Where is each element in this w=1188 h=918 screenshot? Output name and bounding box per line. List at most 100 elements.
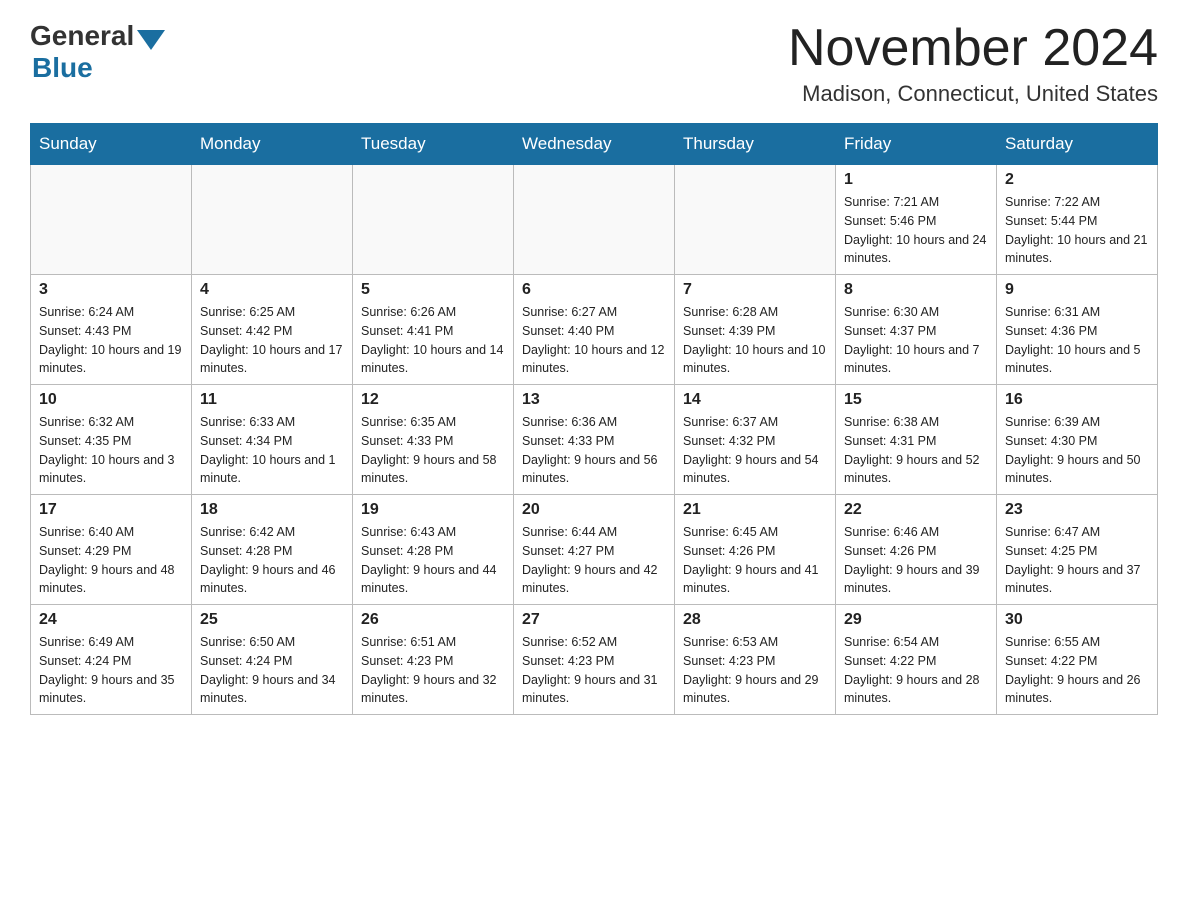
calendar-cell [31, 165, 192, 275]
day-info: Sunrise: 6:27 AMSunset: 4:40 PMDaylight:… [522, 303, 666, 378]
day-number: 22 [844, 501, 988, 519]
calendar-cell: 13 Sunrise: 6:36 AMSunset: 4:33 PMDayligh… [514, 385, 675, 495]
day-info: Sunrise: 6:25 AMSunset: 4:42 PMDaylight:… [200, 303, 344, 378]
day-number: 8 [844, 281, 988, 299]
day-number: 14 [683, 391, 827, 409]
day-number: 2 [1005, 171, 1149, 189]
day-number: 13 [522, 391, 666, 409]
day-info: Sunrise: 6:36 AMSunset: 4:33 PMDaylight:… [522, 413, 666, 488]
day-number: 5 [361, 281, 505, 299]
calendar-cell: 3 Sunrise: 6:24 AMSunset: 4:43 PMDaylight… [31, 275, 192, 385]
day-info: Sunrise: 6:55 AMSunset: 4:22 PMDaylight:… [1005, 633, 1149, 708]
day-info: Sunrise: 6:32 AMSunset: 4:35 PMDaylight:… [39, 413, 183, 488]
day-info: Sunrise: 6:24 AMSunset: 4:43 PMDaylight:… [39, 303, 183, 378]
day-info: Sunrise: 6:51 AMSunset: 4:23 PMDaylight:… [361, 633, 505, 708]
calendar-cell: 5 Sunrise: 6:26 AMSunset: 4:41 PMDaylight… [353, 275, 514, 385]
day-number: 9 [1005, 281, 1149, 299]
calendar-cell: 9 Sunrise: 6:31 AMSunset: 4:36 PMDaylight… [997, 275, 1158, 385]
day-info: Sunrise: 6:50 AMSunset: 4:24 PMDaylight:… [200, 633, 344, 708]
day-number: 11 [200, 391, 344, 409]
calendar-cell: 18 Sunrise: 6:42 AMSunset: 4:28 PMDayligh… [192, 495, 353, 605]
day-info: Sunrise: 6:28 AMSunset: 4:39 PMDaylight:… [683, 303, 827, 378]
day-number: 21 [683, 501, 827, 519]
col-header-thursday: Thursday [675, 124, 836, 165]
day-info: Sunrise: 6:47 AMSunset: 4:25 PMDaylight:… [1005, 523, 1149, 598]
day-info: Sunrise: 6:38 AMSunset: 4:31 PMDaylight:… [844, 413, 988, 488]
day-number: 28 [683, 611, 827, 629]
day-number: 1 [844, 171, 988, 189]
day-number: 7 [683, 281, 827, 299]
day-number: 30 [1005, 611, 1149, 629]
day-number: 19 [361, 501, 505, 519]
calendar-cell: 12Sunrise: 6:35 AMSunset: 4:33 PMDayligh… [353, 385, 514, 495]
calendar-cell: 2 Sunrise: 7:22 AMSunset: 5:44 PMDaylight… [997, 165, 1158, 275]
week-row-2: 3 Sunrise: 6:24 AMSunset: 4:43 PMDaylight… [31, 275, 1158, 385]
day-number: 10 [39, 391, 183, 409]
week-row-5: 24 Sunrise: 6:49 AMSunset: 4:24 PMDayligh… [31, 605, 1158, 715]
day-number: 24 [39, 611, 183, 629]
logo-arrow-icon [137, 30, 165, 50]
day-number: 23 [1005, 501, 1149, 519]
calendar-cell: 7 Sunrise: 6:28 AMSunset: 4:39 PMDaylight… [675, 275, 836, 385]
day-info: Sunrise: 6:40 AMSunset: 4:29 PMDaylight:… [39, 523, 183, 598]
week-row-1: 1Sunrise: 7:21 AMSunset: 5:46 PMDaylight… [31, 165, 1158, 275]
day-info: Sunrise: 6:37 AMSunset: 4:32 PMDaylight:… [683, 413, 827, 488]
calendar-cell: 27Sunrise: 6:52 AMSunset: 4:23 PMDayligh… [514, 605, 675, 715]
calendar-cell [514, 165, 675, 275]
calendar-cell [675, 165, 836, 275]
col-header-monday: Monday [192, 124, 353, 165]
day-number: 12 [361, 391, 505, 409]
calendar-cell: 6Sunrise: 6:27 AMSunset: 4:40 PMDaylight… [514, 275, 675, 385]
calendar-cell: 11 Sunrise: 6:33 AMSunset: 4:34 PMDayligh… [192, 385, 353, 495]
day-info: Sunrise: 6:53 AMSunset: 4:23 PMDaylight:… [683, 633, 827, 708]
calendar-cell: 4Sunrise: 6:25 AMSunset: 4:42 PMDaylight… [192, 275, 353, 385]
day-info: Sunrise: 7:22 AMSunset: 5:44 PMDaylight:… [1005, 193, 1149, 268]
calendar-cell: 29 Sunrise: 6:54 AMSunset: 4:22 PMDayligh… [836, 605, 997, 715]
calendar-cell [353, 165, 514, 275]
col-header-saturday: Saturday [997, 124, 1158, 165]
calendar-cell [192, 165, 353, 275]
calendar-cell: 8Sunrise: 6:30 AMSunset: 4:37 PMDaylight… [836, 275, 997, 385]
day-info: Sunrise: 6:26 AMSunset: 4:41 PMDaylight:… [361, 303, 505, 378]
day-number: 29 [844, 611, 988, 629]
day-info: Sunrise: 6:33 AMSunset: 4:34 PMDaylight:… [200, 413, 344, 488]
day-info: Sunrise: 6:42 AMSunset: 4:28 PMDaylight:… [200, 523, 344, 598]
calendar-cell: 20Sunrise: 6:44 AMSunset: 4:27 PMDayligh… [514, 495, 675, 605]
day-number: 16 [1005, 391, 1149, 409]
logo: General Blue [30, 20, 165, 84]
day-info: Sunrise: 6:39 AMSunset: 4:30 PMDaylight:… [1005, 413, 1149, 488]
day-info: Sunrise: 6:52 AMSunset: 4:23 PMDaylight:… [522, 633, 666, 708]
calendar-cell: 30 Sunrise: 6:55 AMSunset: 4:22 PMDayligh… [997, 605, 1158, 715]
day-info: Sunrise: 6:45 AMSunset: 4:26 PMDaylight:… [683, 523, 827, 598]
day-info: Sunrise: 6:46 AMSunset: 4:26 PMDaylight:… [844, 523, 988, 598]
location-title: Madison, Connecticut, United States [788, 81, 1158, 107]
day-number: 26 [361, 611, 505, 629]
week-row-4: 17 Sunrise: 6:40 AMSunset: 4:29 PMDayligh… [31, 495, 1158, 605]
day-number: 17 [39, 501, 183, 519]
col-header-tuesday: Tuesday [353, 124, 514, 165]
day-number: 3 [39, 281, 183, 299]
month-title: November 2024 [788, 20, 1158, 77]
calendar-cell: 17 Sunrise: 6:40 AMSunset: 4:29 PMDayligh… [31, 495, 192, 605]
title-area: November 2024 Madison, Connecticut, Unit… [788, 20, 1158, 107]
calendar-table: SundayMondayTuesdayWednesdayThursdayFrid… [30, 123, 1158, 715]
calendar-cell: 21 Sunrise: 6:45 AMSunset: 4:26 PMDayligh… [675, 495, 836, 605]
calendar-cell: 23 Sunrise: 6:47 AMSunset: 4:25 PMDayligh… [997, 495, 1158, 605]
day-info: Sunrise: 6:31 AMSunset: 4:36 PMDaylight:… [1005, 303, 1149, 378]
logo-general-text: General [30, 20, 134, 52]
col-header-wednesday: Wednesday [514, 124, 675, 165]
page-header: General Blue November 2024 Madison, Conn… [30, 20, 1158, 107]
calendar-cell: 22 Sunrise: 6:46 AMSunset: 4:26 PMDayligh… [836, 495, 997, 605]
calendar-cell: 19 Sunrise: 6:43 AMSunset: 4:28 PMDayligh… [353, 495, 514, 605]
week-row-3: 10 Sunrise: 6:32 AMSunset: 4:35 PMDayligh… [31, 385, 1158, 495]
col-header-friday: Friday [836, 124, 997, 165]
calendar-cell: 15 Sunrise: 6:38 AMSunset: 4:31 PMDayligh… [836, 385, 997, 495]
day-info: Sunrise: 6:54 AMSunset: 4:22 PMDaylight:… [844, 633, 988, 708]
calendar-cell: 14 Sunrise: 6:37 AMSunset: 4:32 PMDayligh… [675, 385, 836, 495]
day-number: 15 [844, 391, 988, 409]
logo-blue-text: Blue [32, 52, 93, 84]
calendar-cell: 28 Sunrise: 6:53 AMSunset: 4:23 PMDayligh… [675, 605, 836, 715]
day-number: 18 [200, 501, 344, 519]
day-info: Sunrise: 6:49 AMSunset: 4:24 PMDaylight:… [39, 633, 183, 708]
day-info: Sunrise: 6:43 AMSunset: 4:28 PMDaylight:… [361, 523, 505, 598]
